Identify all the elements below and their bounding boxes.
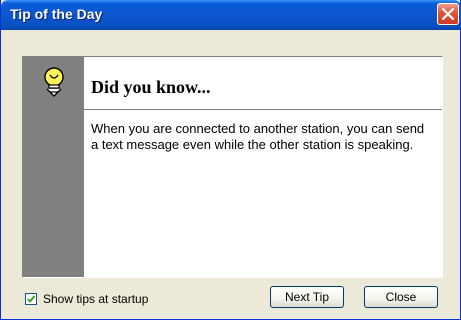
heading-divider bbox=[84, 109, 442, 110]
lightbulb-icon bbox=[44, 67, 64, 97]
close-window-button[interactable] bbox=[437, 3, 459, 25]
tip-heading: Did you know... bbox=[91, 77, 211, 97]
close-button[interactable]: Close bbox=[364, 286, 438, 308]
checkmark-icon bbox=[27, 295, 36, 303]
tip-of-the-day-dialog: Tip of the Day Did you know... When you … bbox=[0, 0, 461, 320]
tip-panel: Did you know... When you are connected t… bbox=[22, 56, 443, 278]
window-title: Tip of the Day bbox=[10, 6, 103, 22]
side-band bbox=[23, 57, 84, 277]
show-tips-checkbox[interactable] bbox=[25, 293, 37, 305]
show-tips-label: Show tips at startup bbox=[43, 292, 149, 306]
title-bar[interactable]: Tip of the Day bbox=[1, 0, 461, 30]
show-tips-option[interactable]: Show tips at startup bbox=[25, 291, 148, 307]
close-icon bbox=[442, 8, 454, 20]
tip-text: When you are connected to another statio… bbox=[91, 121, 425, 152]
next-tip-button[interactable]: Next Tip bbox=[270, 286, 344, 308]
